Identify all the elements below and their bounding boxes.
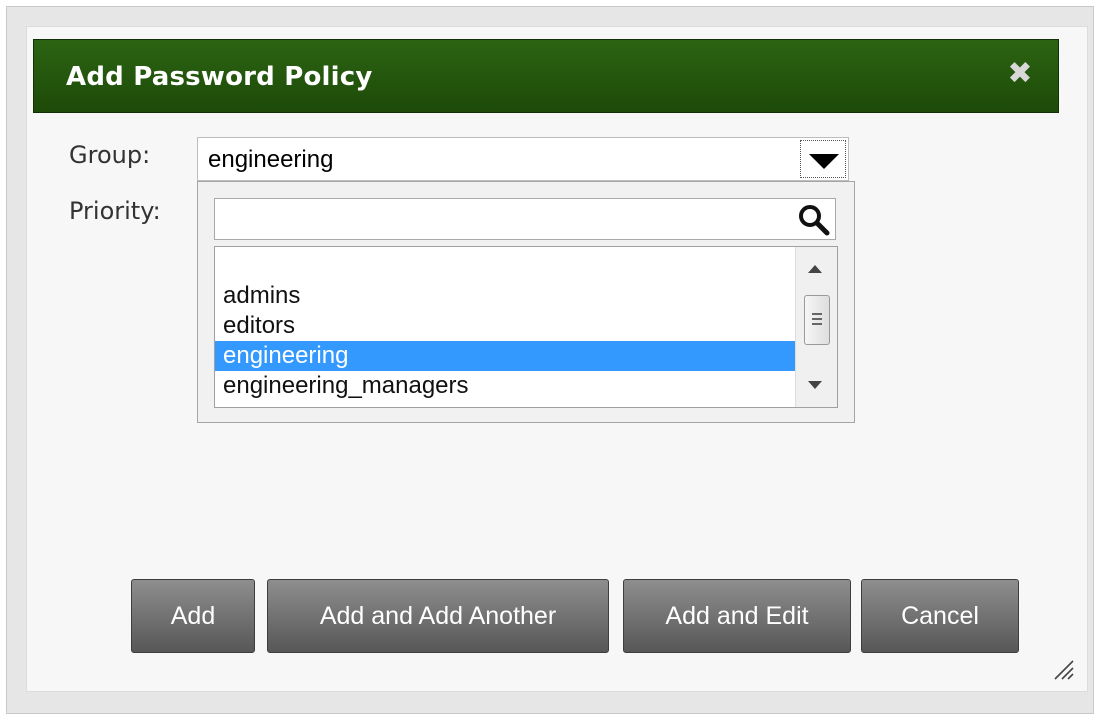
add-button[interactable]: Add — [131, 579, 255, 653]
cancel-button[interactable]: Cancel — [861, 579, 1019, 653]
list-item-selected[interactable]: engineering — [215, 341, 795, 371]
add-and-add-another-button[interactable]: Add and Add Another — [267, 579, 609, 653]
priority-label: Priority: — [69, 197, 161, 225]
add-password-policy-dialog: Add Password Policy ✖ Group: Priority: e… — [26, 26, 1088, 692]
scroll-thumb[interactable] — [804, 295, 830, 345]
dialog-titlebar[interactable]: Add Password Policy ✖ — [33, 39, 1059, 113]
group-select-value: engineering — [208, 146, 334, 173]
dropdown-search-input[interactable] — [214, 198, 836, 240]
close-icon[interactable]: ✖ — [1006, 59, 1034, 89]
scroll-down-arrow-icon[interactable] — [808, 381, 822, 389]
chevron-down-icon[interactable] — [800, 140, 846, 178]
group-select[interactable]: engineering — [197, 137, 849, 181]
group-dropdown: admins editors engineering engineering_m… — [197, 181, 855, 423]
search-icon[interactable] — [797, 203, 831, 237]
list-item[interactable]: editors — [215, 311, 795, 341]
list-item[interactable]: admins — [215, 281, 795, 311]
group-label: Group: — [69, 141, 151, 169]
dialog-title: Add Password Policy — [66, 62, 373, 92]
list-item[interactable]: engineering_managers — [215, 371, 795, 401]
add-and-edit-button[interactable]: Add and Edit — [623, 579, 851, 653]
list-scrollbar[interactable] — [795, 247, 837, 407]
group-options-list[interactable]: admins editors engineering engineering_m… — [214, 246, 838, 408]
resize-grip-icon[interactable] — [1053, 659, 1075, 681]
scroll-up-arrow-icon[interactable] — [808, 265, 822, 273]
